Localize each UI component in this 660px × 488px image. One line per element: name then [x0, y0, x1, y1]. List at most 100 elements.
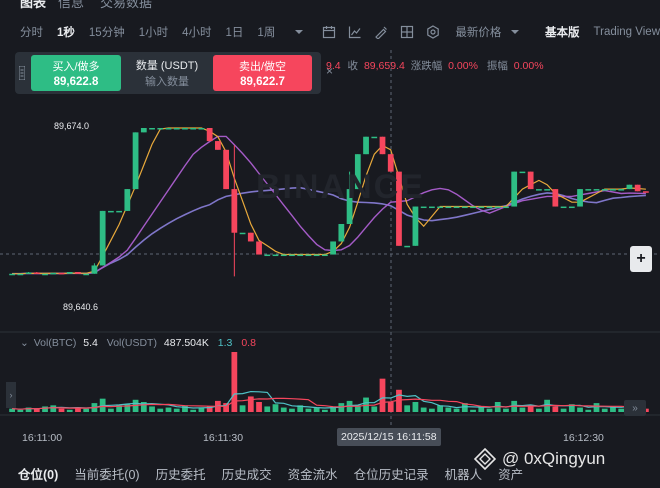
tab-trade-data[interactable]: 交易数据 — [100, 0, 152, 10]
volume-collapse-icon[interactable]: ⌄ — [20, 337, 29, 349]
candle — [83, 273, 90, 276]
volume-bar — [371, 406, 378, 412]
sell-short-button[interactable]: 卖出/做空 89,622.7 — [213, 55, 312, 91]
candle — [50, 272, 57, 275]
x-tick-label: 16:11:00 — [22, 432, 63, 444]
layout-icon[interactable] — [399, 24, 415, 40]
volume-bar — [289, 408, 295, 412]
candle — [297, 254, 304, 257]
candle — [66, 272, 73, 274]
scroll-to-latest-icon[interactable]: » — [624, 400, 646, 416]
vol-ma2-value: 0.8 — [241, 337, 256, 349]
volume-bar — [577, 407, 583, 412]
volume-bar — [182, 405, 188, 412]
candle — [165, 128, 172, 130]
chevron-down-icon[interactable] — [291, 24, 307, 40]
tab-positions[interactable]: 仓位(0) — [18, 464, 58, 483]
tab-open-orders[interactable]: 当前委托(0) — [74, 464, 139, 483]
timeframe-15m[interactable]: 15分钟 — [89, 24, 125, 40]
candle — [91, 265, 98, 274]
candle — [643, 191, 649, 193]
volume-bar — [165, 407, 172, 412]
timeframe-1s[interactable]: 1秒 — [57, 24, 75, 40]
candle — [338, 224, 345, 242]
candle — [206, 128, 213, 142]
tab-order-history[interactable]: 历史委托 — [156, 464, 206, 483]
add-order-button[interactable]: + — [630, 246, 652, 272]
volume-bar — [247, 396, 254, 412]
x-tick-label: 16:12:30 — [563, 432, 604, 444]
timeframe-time[interactable]: 分时 — [20, 24, 43, 40]
sell-label: 卖出/做空 — [238, 61, 287, 73]
tab-trade-history[interactable]: 历史成交 — [222, 464, 272, 483]
close-value: 89,659.4 — [363, 60, 405, 72]
candle — [412, 206, 419, 246]
timeframe-1w[interactable]: 1周 — [257, 24, 275, 40]
change-value: 0.00% — [448, 60, 478, 72]
x-tick-label: 16:11:30 — [203, 432, 244, 444]
candle — [610, 189, 616, 191]
volume-bar — [157, 408, 164, 412]
tab-funding-flow[interactable]: 资金流水 — [288, 464, 338, 483]
price-type-select[interactable]: 最新价格 — [455, 24, 501, 40]
timeframe-1h[interactable]: 1小时 — [139, 24, 168, 40]
candle — [593, 189, 600, 191]
candle — [272, 254, 279, 257]
candle — [75, 272, 81, 274]
price-chart[interactable] — [0, 50, 660, 425]
top-tab-strip: 图表 信息 交易数据 — [0, 0, 660, 10]
candle — [634, 184, 641, 192]
volume-bar — [305, 408, 312, 412]
tab-position-history[interactable]: 仓位历史记录 — [354, 464, 429, 483]
calendar-icon[interactable] — [321, 24, 337, 40]
volume-bar — [272, 404, 279, 412]
candle — [429, 206, 435, 209]
buy-long-button[interactable]: 买入/做多 89,622.8 — [31, 55, 121, 91]
volume-bar — [593, 403, 600, 412]
indicator-icon[interactable] — [347, 24, 363, 40]
tab-chart[interactable]: 图表 — [20, 0, 46, 10]
basic-version-button[interactable]: 基本版 — [545, 24, 580, 40]
timeframe-1d[interactable]: 1日 — [226, 24, 244, 40]
drawing-icon[interactable] — [373, 24, 389, 40]
volume-bar — [17, 409, 24, 412]
volume-bar — [560, 408, 567, 412]
volume-bar — [42, 406, 48, 412]
candle — [231, 189, 238, 233]
candle — [585, 189, 592, 191]
candle — [256, 241, 262, 255]
timeframe-4h[interactable]: 4小时 — [182, 24, 211, 40]
candle — [519, 171, 526, 174]
candle — [478, 206, 485, 209]
candle — [470, 206, 476, 209]
quantity-input[interactable]: 输入数量 — [145, 73, 189, 89]
volume-bar — [486, 408, 493, 412]
vol-usdt-label: Vol(USDT) — [106, 337, 157, 349]
quantity-field[interactable]: 数量 (USDT) 输入数量 — [121, 55, 213, 91]
volume-bar — [264, 406, 271, 412]
settings-icon[interactable] — [425, 24, 441, 40]
candle — [626, 184, 633, 190]
volume-bar — [552, 406, 559, 412]
amplitude-value: 0.00% — [513, 60, 544, 72]
candle — [280, 254, 287, 257]
candle — [33, 272, 40, 274]
candle — [486, 206, 493, 209]
candle — [190, 128, 197, 130]
scroll-left-icon[interactable]: › — [6, 382, 16, 408]
trading-view-button[interactable]: Trading View — [594, 26, 660, 38]
volume-bar — [387, 402, 394, 412]
candle — [157, 128, 164, 130]
candle — [9, 273, 15, 276]
candle — [42, 273, 48, 276]
price-type-chevron-icon[interactable] — [507, 24, 523, 40]
volume-bar — [173, 408, 180, 412]
candle — [322, 254, 328, 257]
volume-bar — [108, 408, 114, 412]
quantity-label: 数量 (USDT) — [135, 60, 199, 72]
volume-bar — [58, 408, 65, 412]
candle — [552, 189, 559, 207]
drag-handle-icon[interactable] — [15, 52, 29, 94]
buy-label: 买入/做多 — [52, 61, 100, 73]
tab-info[interactable]: 信息 — [58, 0, 84, 10]
